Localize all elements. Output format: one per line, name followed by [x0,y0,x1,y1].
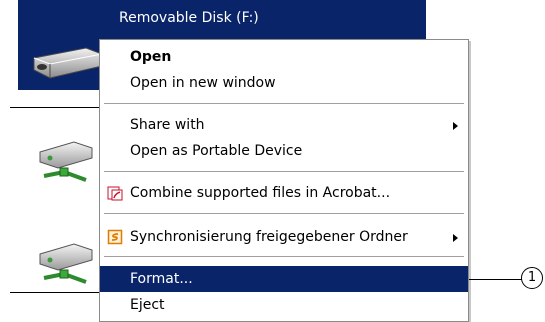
divider-line [10,107,100,108]
selected-drive-label: Removable Disk (F:) [119,10,259,26]
submenu-arrow-icon [453,234,458,242]
menu-item-combine-acrobat[interactable]: Combine supported files in Acrobat... [100,180,468,206]
menu-item-label: Synchronisierung freigegebener Ordner [130,229,408,245]
menu-item-share-with[interactable]: Share with [100,112,468,138]
divider-line [10,292,100,293]
context-menu: Open Open in new window Share with Open … [99,39,469,322]
menu-item-label: Share with [130,117,205,133]
menu-separator [104,103,464,105]
removable-disk-icon[interactable] [28,40,106,82]
menu-item-label: Open in new window [130,75,276,91]
menu-item-open-portable-device[interactable]: Open as Portable Device [100,138,468,164]
menu-separator [104,171,464,173]
menu-item-label: Open [130,49,172,65]
menu-item-open[interactable]: Open [100,44,468,70]
callout-marker: 1 [521,267,543,289]
menu-item-eject[interactable]: Eject [100,292,468,318]
acrobat-icon [107,186,123,201]
sync-icon [107,229,123,245]
menu-item-format[interactable]: Format... [100,266,468,292]
menu-item-label: Eject [130,297,165,313]
menu-item-open-new-window[interactable]: Open in new window [100,70,468,96]
network-drive-icon[interactable] [36,136,98,188]
menu-item-label: Format... [130,271,193,287]
menu-separator [104,256,464,258]
submenu-arrow-icon [453,122,458,130]
menu-separator [104,213,464,215]
menu-item-sync-folders[interactable]: Synchronisierung freigegebener Ordner [100,224,468,250]
menu-item-label: Open as Portable Device [130,143,303,159]
menu-item-label: Combine supported files in Acrobat... [130,185,391,201]
network-drive-icon[interactable] [36,238,98,290]
callout-line [469,279,523,280]
